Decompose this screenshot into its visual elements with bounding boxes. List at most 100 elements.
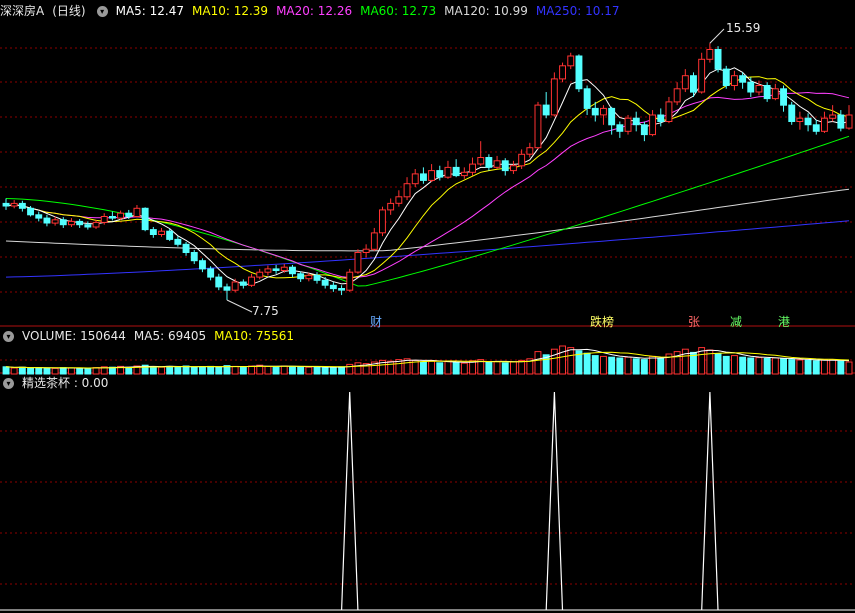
volume-bar [510,361,517,375]
volume-bar [755,357,763,375]
ma250-line [5,220,850,278]
candle-body [436,170,444,178]
event-tag-gang[interactable]: 港 [778,313,790,330]
candle-body [534,104,542,149]
ma20-label: MA20: 12.26 [276,4,353,18]
candle-body [264,268,272,273]
candle-body [215,276,223,288]
volume-ma10: MA10: 75561 [214,329,295,343]
candle-body [575,55,583,90]
candle-body [788,104,796,122]
candle-body [248,276,256,286]
candle-body [190,252,198,262]
ma10-line [5,76,850,279]
volume-bar [534,351,542,375]
candle-body [68,220,75,226]
volume-bar [149,366,157,375]
volume-bar [158,366,166,375]
volume-bar [313,366,321,375]
ma20-line [5,91,850,279]
event-tag-zhang[interactable]: 张 [688,313,700,330]
candle-body [76,220,84,226]
volume-value: VOLUME: 150644 [22,329,126,343]
candle-body [510,165,517,172]
candle-body [845,114,853,129]
candle-body [297,273,305,280]
candle-body [59,219,67,226]
candle-body [321,279,329,286]
candle-body [567,55,575,67]
volume-bar [616,357,624,375]
candle-body [763,85,771,100]
candle-body [649,114,656,136]
main-panel-header: 深深房A (日线) ▾ MA5: 12.47 MA10: 12.39 MA20: 12.2… [0,3,628,19]
candle-body [420,173,427,181]
candle-body [158,230,166,235]
volume-bar [640,359,648,375]
volume-bar [485,361,493,375]
candle-body [690,75,697,93]
volume-bar [289,365,296,375]
candle-body [289,266,296,275]
candle-body [199,260,206,270]
event-tag-jian[interactable]: 减 [730,313,742,330]
candle-body [616,124,624,132]
volume-bar [68,367,75,375]
volume-bar [272,366,280,375]
volume-bar [624,356,632,375]
volume-bar [518,359,526,375]
candle-body [280,266,288,272]
volume-bar [460,362,468,375]
indicator-panel-header: ▾ 精选茶杯 : 0.00 [0,375,116,391]
candle-body [747,81,755,93]
chevron-down-icon[interactable]: ▾ [3,378,14,389]
candle-body [460,171,468,177]
candle-body [149,229,157,236]
indicator-label: 精选茶杯 : 0.00 [22,376,109,390]
candle-body [207,268,215,278]
volume-bar [182,365,190,375]
candle-body [411,173,419,185]
chevron-down-icon[interactable]: ▾ [96,6,108,17]
volume-bar [714,353,722,375]
volume-bar [420,361,427,375]
volume-bar [747,357,755,375]
volume-bar [722,355,730,375]
candle-body [829,114,837,119]
candle-body [698,58,706,93]
volume-ma5-line [5,348,850,369]
candle-body [591,107,599,116]
volume-bar [550,348,558,375]
candle-body [35,214,43,219]
volume-bar [649,355,656,375]
candle-body [681,75,689,90]
candle-body [354,252,362,273]
volume-bar [174,366,182,375]
candle-body [600,107,607,116]
candle-body [18,202,26,209]
volume-bar [248,365,256,375]
event-tag-dieb[interactable]: 跌榜 [590,313,614,330]
volume-bar [387,360,395,375]
chevron-down-icon[interactable]: ▾ [3,331,14,342]
volume-bar [428,360,436,375]
volume-bar [608,356,616,375]
low-price-label: 7.75 [252,304,279,318]
event-tag-cai[interactable]: 财 [370,313,382,330]
volume-bar [731,355,738,375]
candle-body [362,248,370,253]
chart-canvas [0,28,855,611]
candle-body [43,217,51,224]
candle-body [722,68,730,86]
candle-body [428,170,436,181]
candle-body [305,274,313,280]
candle-body [739,75,747,83]
candle-body [624,117,632,132]
candle-body [174,238,182,245]
volume-bar [804,359,812,375]
candle-body [608,107,616,126]
candle-body [518,153,526,167]
candle-body [501,160,509,172]
candle-body [493,160,501,168]
candle-body [272,268,280,271]
